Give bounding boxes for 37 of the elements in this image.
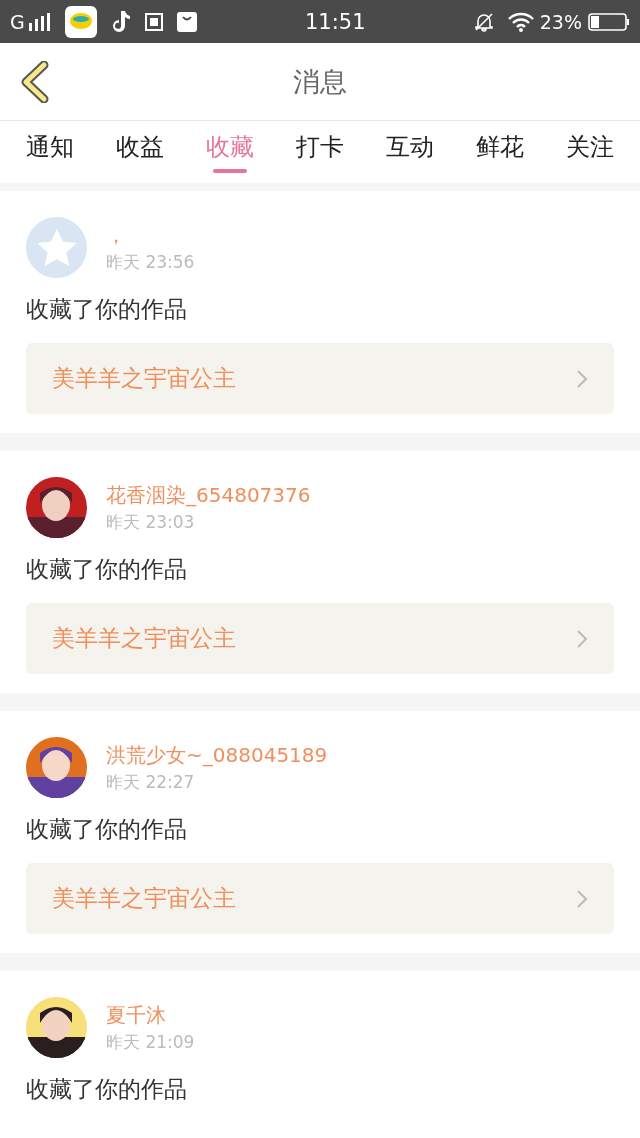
wifi-icon	[507, 11, 534, 32]
battery-percent: 23%	[539, 10, 582, 33]
user-name[interactable]: 洪荒少女~_088045189	[106, 741, 328, 769]
message-time: 昨天 23:56	[106, 250, 195, 274]
chevron-right-icon	[576, 888, 588, 909]
battery-icon	[588, 12, 630, 31]
work-link[interactable]: 美羊羊之宇宙公主	[26, 343, 614, 414]
chevron-right-icon	[576, 368, 588, 389]
clock-time: 11:51	[305, 9, 366, 34]
work-link[interactable]: 美羊羊之宇宙公主	[26, 603, 614, 674]
message-time: 昨天 21:09	[106, 1030, 195, 1054]
document-icon	[144, 12, 163, 31]
chevron-right-icon	[576, 628, 588, 649]
signal-icon	[28, 12, 51, 31]
message-time: 昨天 22:27	[106, 770, 196, 794]
user-name[interactable]: 花香洇染_654807376	[106, 481, 311, 509]
muted-bell-icon	[473, 11, 494, 32]
message-text: 收藏了你的作品	[26, 555, 188, 584]
tab[interactable]: 收藏	[206, 121, 254, 183]
tab[interactable]: 鲜花	[476, 121, 524, 183]
bag-icon	[176, 11, 197, 32]
tab[interactable]: 收益	[116, 121, 164, 183]
music-note-icon	[110, 10, 131, 33]
message-text: 收藏了你的作品	[26, 815, 188, 844]
message-time: 昨天 23:03	[106, 510, 196, 534]
tab[interactable]: 互动	[386, 121, 434, 183]
tab[interactable]: 通知	[26, 121, 74, 183]
user-name[interactable]: ，	[106, 221, 195, 249]
tab[interactable]: 打卡	[296, 121, 344, 183]
app-icon	[64, 5, 97, 38]
page-title: 消息	[293, 64, 347, 99]
message-text: 收藏了你的作品	[26, 295, 188, 324]
message-text: 收藏了你的作品	[26, 1075, 188, 1104]
user-name[interactable]: 夏千沐	[106, 1001, 195, 1029]
network-type: G	[10, 10, 25, 33]
work-link[interactable]: 美羊羊之宇宙公主	[26, 863, 614, 934]
tab[interactable]: 关注	[566, 121, 614, 183]
